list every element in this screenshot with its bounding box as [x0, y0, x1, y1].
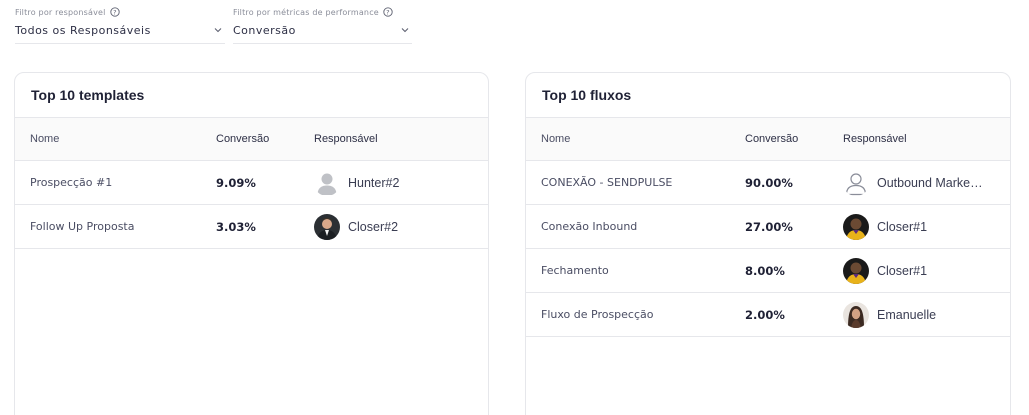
- person-photo-avatar-icon: [843, 257, 869, 284]
- column-header-conversion: Conversão: [745, 133, 799, 145]
- row-responsible: Closer#1: [843, 213, 1003, 240]
- row-conversion: 90.00%: [745, 175, 793, 190]
- column-header-name: Nome: [541, 133, 571, 145]
- svg-text:?: ?: [386, 8, 390, 16]
- row-conversion: 2.00%: [745, 307, 785, 322]
- row-responsible: Hunter#2: [314, 170, 474, 196]
- card-title: Top 10 fluxos: [526, 73, 1010, 118]
- row-responsible: Closer#2: [314, 213, 474, 240]
- chevron-down-icon: [214, 28, 222, 33]
- responsible-select[interactable]: Todos os Responsáveis: [15, 22, 225, 44]
- responsible-name: Closer#2: [348, 219, 399, 234]
- responsible-name: Emanuelle: [877, 307, 937, 322]
- table-row[interactable]: Conexão Inbound 27.00% Closer#1: [526, 205, 1010, 249]
- row-conversion: 8.00%: [745, 263, 785, 278]
- metric-select-value: Conversão: [233, 24, 296, 37]
- responsible-name: Closer#1: [877, 263, 928, 278]
- responsible-name: Closer#1: [877, 219, 928, 234]
- person-photo-avatar-icon: [843, 301, 869, 328]
- row-conversion: 3.03%: [216, 219, 256, 234]
- help-icon[interactable]: ?: [383, 7, 393, 17]
- responsible-name: Hunter#2: [348, 175, 400, 190]
- row-responsible: Outbound Marke…: [843, 170, 1003, 196]
- table-header: Nome Conversão Responsável: [15, 118, 488, 161]
- metric-filter-label-row: Filtro por métricas de performance ?: [233, 6, 412, 18]
- table-row[interactable]: Prospecção #1 9.09% Hunter#2: [15, 161, 488, 205]
- row-responsible: Closer#1: [843, 257, 1003, 284]
- column-header-name: Nome: [30, 133, 60, 145]
- row-name: Fluxo de Prospecção: [541, 308, 654, 321]
- row-conversion: 27.00%: [745, 219, 793, 234]
- table-row[interactable]: Follow Up Proposta 3.03% Closer#2: [15, 205, 488, 249]
- responsible-filter-label: Filtro por responsável: [15, 7, 106, 17]
- responsible-select-value: Todos os Responsáveis: [15, 24, 151, 37]
- table-row[interactable]: Fluxo de Prospecção 2.00% Emanuelle: [526, 293, 1010, 337]
- column-header-responsible: Responsável: [314, 133, 378, 145]
- table-row[interactable]: CONEXÃO - SENDPULSE 90.00% Outbound Mark…: [526, 161, 1010, 205]
- row-name: Fechamento: [541, 264, 609, 277]
- table-row[interactable]: Fechamento 8.00% Closer#1: [526, 249, 1010, 293]
- row-name: CONEXÃO - SENDPULSE: [541, 176, 673, 189]
- svg-text:?: ?: [113, 8, 117, 16]
- outline-person-avatar-icon: [845, 172, 867, 195]
- row-responsible: Emanuelle: [843, 301, 1003, 328]
- help-icon[interactable]: ?: [109, 7, 120, 17]
- responsible-filter: Filtro por responsável ? Todos os Respon…: [15, 6, 225, 44]
- column-header-responsible: Responsável: [843, 133, 907, 145]
- default-person-avatar-icon: [317, 173, 337, 195]
- chevron-down-icon: [401, 28, 409, 33]
- top-flows-card: Top 10 fluxos Nome Conversão Responsável…: [525, 72, 1011, 415]
- responsible-name: Outbound Marke…: [877, 175, 983, 190]
- metric-filter-label: Filtro por métricas de performance: [233, 7, 379, 17]
- row-name: Conexão Inbound: [541, 220, 638, 233]
- card-title: Top 10 templates: [15, 73, 488, 118]
- column-header-conversion: Conversão: [216, 133, 270, 145]
- top-templates-card: Top 10 templates Nome Conversão Responsá…: [14, 72, 489, 415]
- person-photo-avatar-icon: [843, 213, 869, 240]
- row-conversion: 9.09%: [216, 175, 256, 190]
- responsible-filter-label-row: Filtro por responsável ?: [15, 6, 225, 18]
- person-photo-avatar-icon: [314, 213, 340, 240]
- metric-select[interactable]: Conversão: [233, 22, 412, 44]
- row-name: Follow Up Proposta: [30, 220, 135, 233]
- metric-filter: Filtro por métricas de performance ? Con…: [233, 6, 412, 44]
- table-header: Nome Conversão Responsável: [526, 118, 1010, 161]
- row-name: Prospecção #1: [30, 176, 113, 189]
